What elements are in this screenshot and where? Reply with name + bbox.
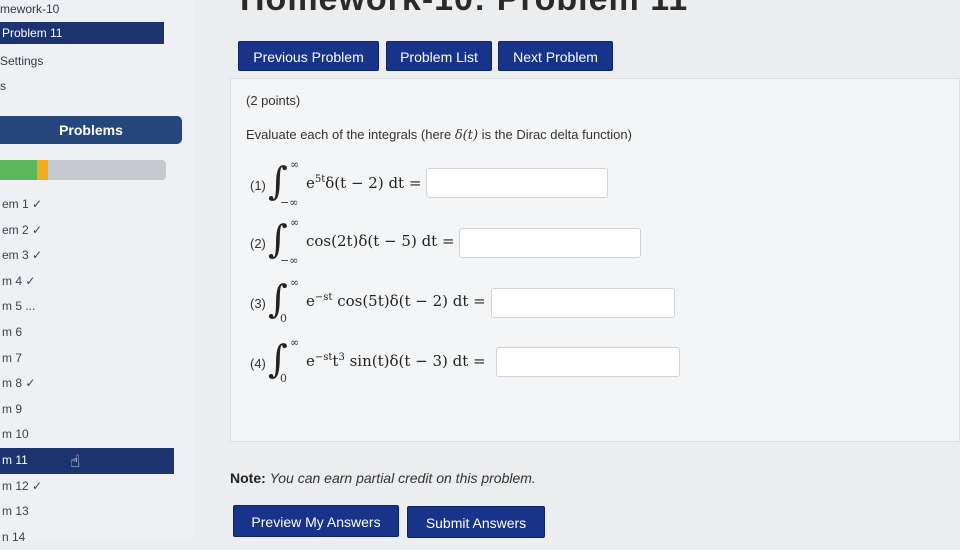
instructions-text: Evaluate each of the integrals (here [246,127,455,142]
lower-limit: 0 [280,312,287,325]
sidebar-problem-item[interactable]: m 9 [0,397,180,423]
lower-limit: 0 [280,372,287,385]
hand-cursor-icon: ☝ [70,452,81,471]
integral-sign-icon: ∫ [268,159,288,203]
upper-limit: ∞ [290,216,300,229]
integrand: e−stt3 sin(t)δ(t − 3) dt = [306,352,486,370]
integrand: e5tδ(t − 2) dt = [306,174,422,192]
sidebar-problem-item[interactable]: m 13 [0,499,180,525]
problem-list: em 1 ✓ em 2 ✓ em 3 ✓ m 4 ✓ m 5 ... m 6m 7m 8 … [0,192,180,550]
note-label: Note: [230,470,266,486]
partial-credit-note: Note: You can earn partial credit on thi… [230,470,536,486]
integral-index: (2) [250,236,266,251]
sidebar-problem-item[interactable]: m 5 ... [0,294,180,320]
upper-limit: ∞ [290,158,300,171]
sidebar-problem-item[interactable]: m 11 [0,447,174,474]
sidebar-problem-item[interactable]: m 4 ✓ [0,269,180,295]
sidebar-problem-item[interactable]: m 8 ✓ [0,371,180,397]
integral-sign-icon: ∫ [268,217,288,261]
next-problem-button[interactable]: Next Problem [498,41,613,71]
instructions-text-end: is the Dirac delta function) [478,127,632,142]
integral-index: (1) [250,178,266,193]
breadcrumb-homework[interactable]: mework-10 [0,2,59,16]
sidebar-problem-item[interactable]: em 1 ✓ [0,192,180,218]
breadcrumb-problem[interactable]: Problem 11 [0,22,164,44]
lower-limit: −∞ [280,254,299,267]
sidebar-problem-item[interactable]: m 7 [0,346,180,372]
dirac-delta-symbol: δ(t) [454,128,479,143]
sidebar-problem-item[interactable]: m 10 [0,422,180,448]
sidebar-problem-item[interactable]: m 6 [0,320,180,346]
sidebar-link[interactable]: s [0,79,6,93]
sidebar-problem-item[interactable]: em 3 ✓ [0,243,180,269]
answer-input-4[interactable] [496,347,680,377]
upper-limit: ∞ [290,276,300,289]
progress-complete [0,160,37,180]
answer-input-3[interactable] [491,288,675,318]
preview-answers-button[interactable]: Preview My Answers [233,505,399,537]
problems-header: Problems [0,116,182,144]
instructions: Evaluate each of the integrals (here δ(t… [246,127,632,143]
lower-limit: −∞ [280,196,299,209]
submit-answers-button[interactable]: Submit Answers [407,506,545,538]
problem-list-button[interactable]: Problem List [386,41,492,71]
answer-input-1[interactable] [426,168,608,198]
sidebar-problem-item[interactable]: m 12 ✓ [0,474,180,500]
progress-partial [36,160,49,180]
sidebar: mework-10 Problem 11 Settings s Problems… [0,0,195,544]
note-text: You can earn partial credit on this prob… [269,470,536,486]
points-label: (2 points) [246,93,301,108]
integral-index: (3) [250,296,266,311]
upper-limit: ∞ [290,336,300,349]
previous-problem-button[interactable]: Previous Problem [238,41,379,71]
sidebar-problem-item[interactable]: em 2 ✓ [0,218,180,244]
integrand: e−st cos(5t)δ(t − 2) dt = [306,292,486,310]
page-title: Homework-10: Problem 11 [240,0,688,19]
settings-link[interactable]: Settings [0,54,43,68]
integral-index: (4) [250,356,266,371]
answer-input-2[interactable] [459,228,641,258]
progress-bar [0,160,166,180]
sidebar-problem-item[interactable]: n 14 [0,525,180,550]
integrand: cos(2t)δ(t − 5) dt = [306,232,455,250]
